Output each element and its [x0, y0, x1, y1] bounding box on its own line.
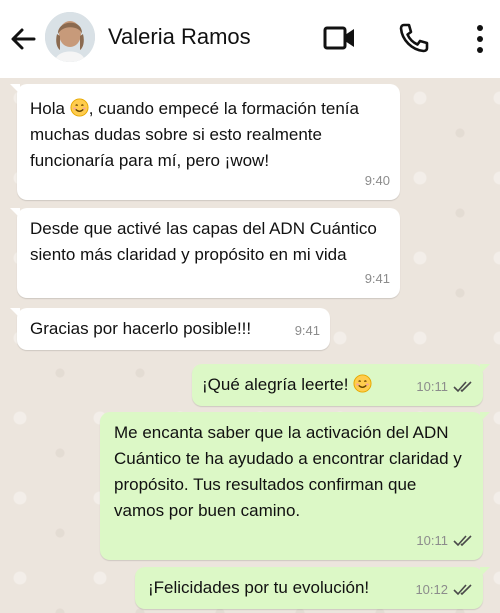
message-text: ¡Qué alegría leerte! — [202, 375, 354, 394]
double-check-icon — [453, 584, 472, 596]
message-time: 10:11 — [416, 533, 448, 548]
message-text: Hola — [30, 99, 70, 118]
phone-icon[interactable] — [398, 22, 430, 54]
arrow-left-icon[interactable] — [8, 24, 38, 54]
message-text: Desde que activé las capas del ADN Cuánt… — [30, 219, 377, 264]
message-outgoing[interactable]: ¡Qué alegría leerte! 10:11 — [192, 364, 490, 406]
message-incoming[interactable]: Gracias por hacerlo posible!!! 9:41 — [10, 308, 330, 350]
message-outgoing[interactable]: ¡Felicidades por tu evolución! 10:12 — [135, 567, 490, 609]
message-time: 10:12 — [415, 582, 448, 597]
double-check-icon — [453, 535, 472, 547]
video-camera-icon[interactable] — [322, 22, 358, 54]
message-incoming[interactable]: Desde que activé las capas del ADN Cuánt… — [10, 208, 400, 298]
more-vertical-icon[interactable] — [473, 24, 487, 54]
avatar[interactable] — [45, 12, 95, 62]
double-check-icon — [453, 381, 472, 393]
message-time: 9:40 — [364, 173, 390, 188]
smiling-face-emoji-icon — [353, 374, 372, 393]
message-time: 10:11 — [416, 379, 448, 394]
contact-name[interactable]: Valeria Ramos — [108, 24, 251, 50]
message-text: Gracias por hacerlo posible!!! — [30, 319, 252, 338]
message-text: Me encanta saber que la activación del A… — [114, 423, 462, 520]
smiling-face-emoji-icon — [70, 98, 89, 117]
message-time: 9:41 — [364, 271, 390, 286]
message-list[interactable]: Hola , cuando empecé la formación tenía … — [0, 78, 500, 613]
message-incoming[interactable]: Hola , cuando empecé la formación tenía … — [10, 84, 400, 200]
chat-header: Valeria Ramos — [0, 0, 500, 78]
message-time: 9:41 — [294, 323, 320, 338]
message-outgoing[interactable]: Me encanta saber que la activación del A… — [100, 412, 490, 560]
